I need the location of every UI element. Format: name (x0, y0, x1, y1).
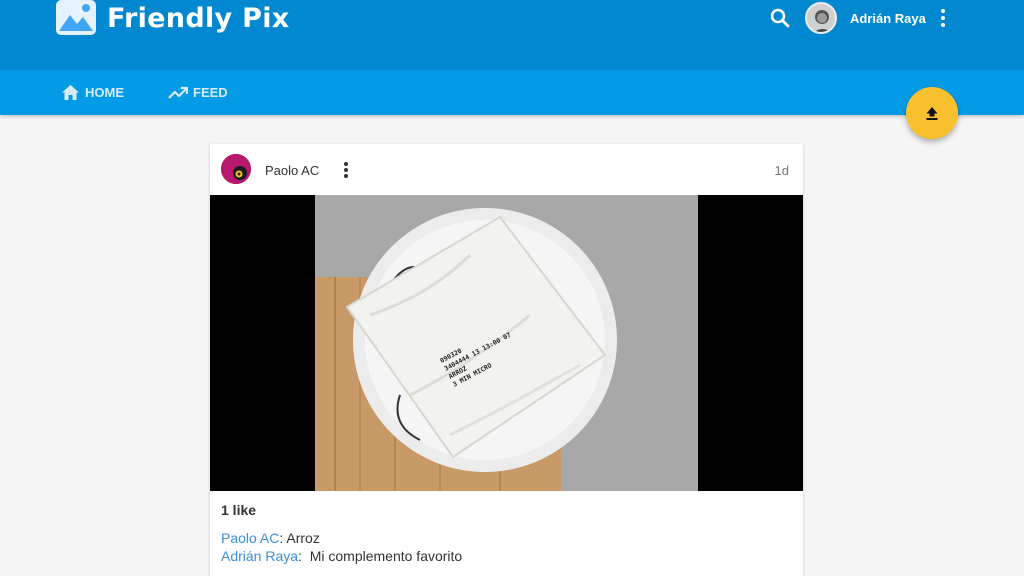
comment-author[interactable]: Paolo AC (221, 530, 279, 546)
home-icon (62, 85, 79, 100)
author-avatar[interactable] (221, 154, 251, 184)
user-avatar[interactable] (805, 2, 837, 34)
search-icon[interactable] (768, 6, 792, 30)
app-logo[interactable]: Friendly Pix (55, 0, 289, 36)
comment: Adrián Raya: Mi complemento favorito (221, 548, 462, 564)
comment-text: Mi complemento favorito (309, 548, 463, 564)
author-portrait-icon (221, 154, 251, 184)
comment: Paolo AC: Arroz (221, 530, 320, 546)
upload-button[interactable] (906, 87, 958, 139)
post-more-icon[interactable] (336, 159, 356, 181)
post-timestamp: 1d (774, 163, 789, 178)
landscape-logo-icon (56, 0, 96, 35)
tab-feed-label: FEED (193, 85, 228, 100)
comment-text: Arroz (286, 530, 320, 546)
app-bar: Friendly Pix Adrián Raya (0, 0, 1024, 70)
trending-up-icon (168, 86, 188, 99)
upload-icon (926, 107, 938, 120)
tab-home-label: HOME (85, 85, 124, 100)
more-vert-icon[interactable] (932, 6, 954, 30)
post-card: Paolo AC 1d 090320 3404444 13 13:00 07 A… (210, 144, 803, 576)
tab-home[interactable]: HOME (61, 70, 124, 115)
like-count: 1 like (221, 502, 257, 518)
tab-feed[interactable]: FEED (168, 70, 228, 115)
comment-author[interactable]: Adrián Raya (221, 548, 298, 564)
post-image[interactable]: 090320 3404444 13 13:00 07 ARROZ 3 MIN M… (210, 195, 803, 491)
post-author-name[interactable]: Paolo AC (265, 163, 319, 178)
app-title: Friendly Pix (107, 2, 290, 34)
comment-separator: : (298, 548, 310, 564)
user-name[interactable]: Adrián Raya (850, 11, 926, 26)
sub-navigation: HOME FEED (0, 70, 1024, 115)
rice-bag-photo: 090320 3404444 13 13:00 07 ARROZ 3 MIN M… (210, 195, 803, 491)
post-header: Paolo AC 1d (210, 144, 803, 196)
user-portrait-icon (807, 4, 835, 32)
